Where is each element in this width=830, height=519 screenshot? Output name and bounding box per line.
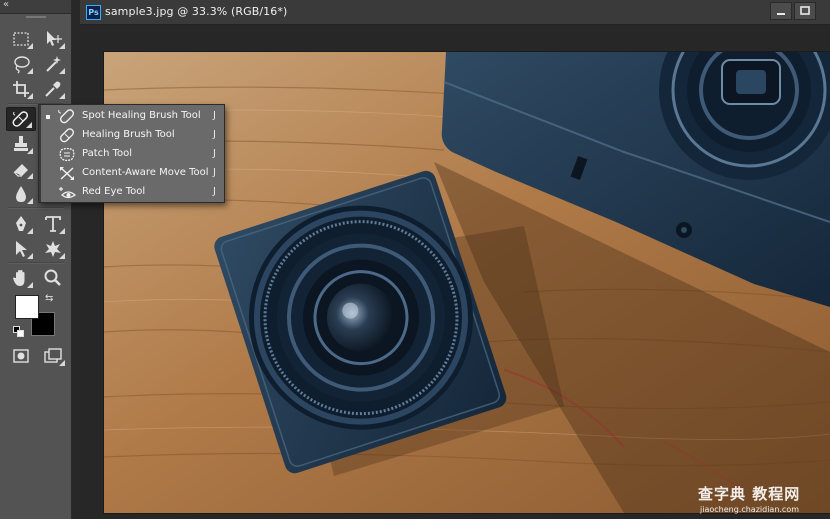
pen-icon[interactable] [6,212,36,236]
menu-item-shortcut: J [213,110,216,121]
path-selection-icon[interactable] [6,237,36,261]
eraser-icon[interactable] [6,157,36,181]
document-title[interactable]: sample3.jpg @ 33.3% (RGB/16*) [105,5,287,18]
menu-item-shortcut: J [213,129,216,140]
default-colors-icon[interactable] [13,326,25,338]
type-icon[interactable] [38,212,68,236]
menu-item-shortcut: J [213,186,216,197]
blur-drop-icon[interactable] [6,182,36,206]
zoom-icon[interactable] [38,266,68,290]
healing-tools-flyout-menu: Spot Healing Brush Tool J Healing Brush … [38,104,225,203]
rectangular-marquee-icon[interactable] [6,27,36,51]
red-eye-icon [59,187,76,199]
toolbar-divider [8,262,64,264]
minimize-icon [777,13,785,15]
quick-mask-icon[interactable] [6,344,36,368]
spot-healing-brush-icon [58,109,75,124]
collapse-panel-icon[interactable]: « [3,0,9,11]
foreground-color-swatch[interactable] [15,295,39,319]
healing-brush-icon [59,128,75,143]
menu-item-label: Healing Brush Tool [82,129,175,140]
tools-panel: « ⇆ [0,0,72,519]
menu-item-patch[interactable]: Patch Tool J [39,145,225,164]
menu-item-label: Red Eye Tool [82,186,146,197]
patch-icon [59,147,75,162]
menu-item-label: Spot Healing Brush Tool [82,110,201,121]
toolbar-divider [8,207,64,209]
menu-item-content-aware-move[interactable]: Content-Aware Move Tool J [39,164,225,183]
crop-icon[interactable] [6,77,36,101]
site-watermark: 查字典 教程网 jiaocheng.chazidian.com [698,483,826,517]
lasso-icon[interactable] [6,52,36,76]
custom-shape-icon[interactable] [38,237,68,261]
magic-wand-icon[interactable] [38,52,68,76]
move-tool-icon[interactable] [38,27,68,51]
swap-colors-icon[interactable]: ⇆ [45,293,53,304]
minimize-window-button[interactable] [770,2,792,20]
photoshop-logo-icon: Ps [86,5,101,20]
content-aware-move-icon [60,167,74,180]
menu-item-red-eye[interactable]: Red Eye Tool J [39,183,225,202]
clone-stamp-icon[interactable] [6,132,36,156]
selected-bullet-icon [46,115,50,119]
restore-icon [800,6,810,15]
menu-item-shortcut: J [213,167,216,178]
eyedropper-icon[interactable] [38,77,68,101]
menu-item-spot-healing-brush[interactable]: Spot Healing Brush Tool J [39,107,225,126]
menu-item-label: Content-Aware Move Tool [82,167,209,178]
hand-icon[interactable] [6,266,36,290]
menu-item-shortcut: J [213,148,216,159]
restore-window-button[interactable] [794,2,816,20]
watermark-logo-text: 查字典 教程网 [698,485,801,503]
panel-grip[interactable] [26,16,46,18]
menu-item-healing-brush[interactable]: Healing Brush Tool J [39,126,225,145]
menu-item-label: Patch Tool [82,148,133,159]
watermark-url: jiaocheng.chazidian.com [700,505,800,514]
document-area [80,25,830,519]
spot-healing-brush-icon[interactable] [6,107,36,131]
screen-mode-icon[interactable] [38,344,68,368]
tools-panel-header: « [0,0,71,14]
document-tab-bar: Ps sample3.jpg @ 33.3% (RGB/16*) [80,0,830,25]
